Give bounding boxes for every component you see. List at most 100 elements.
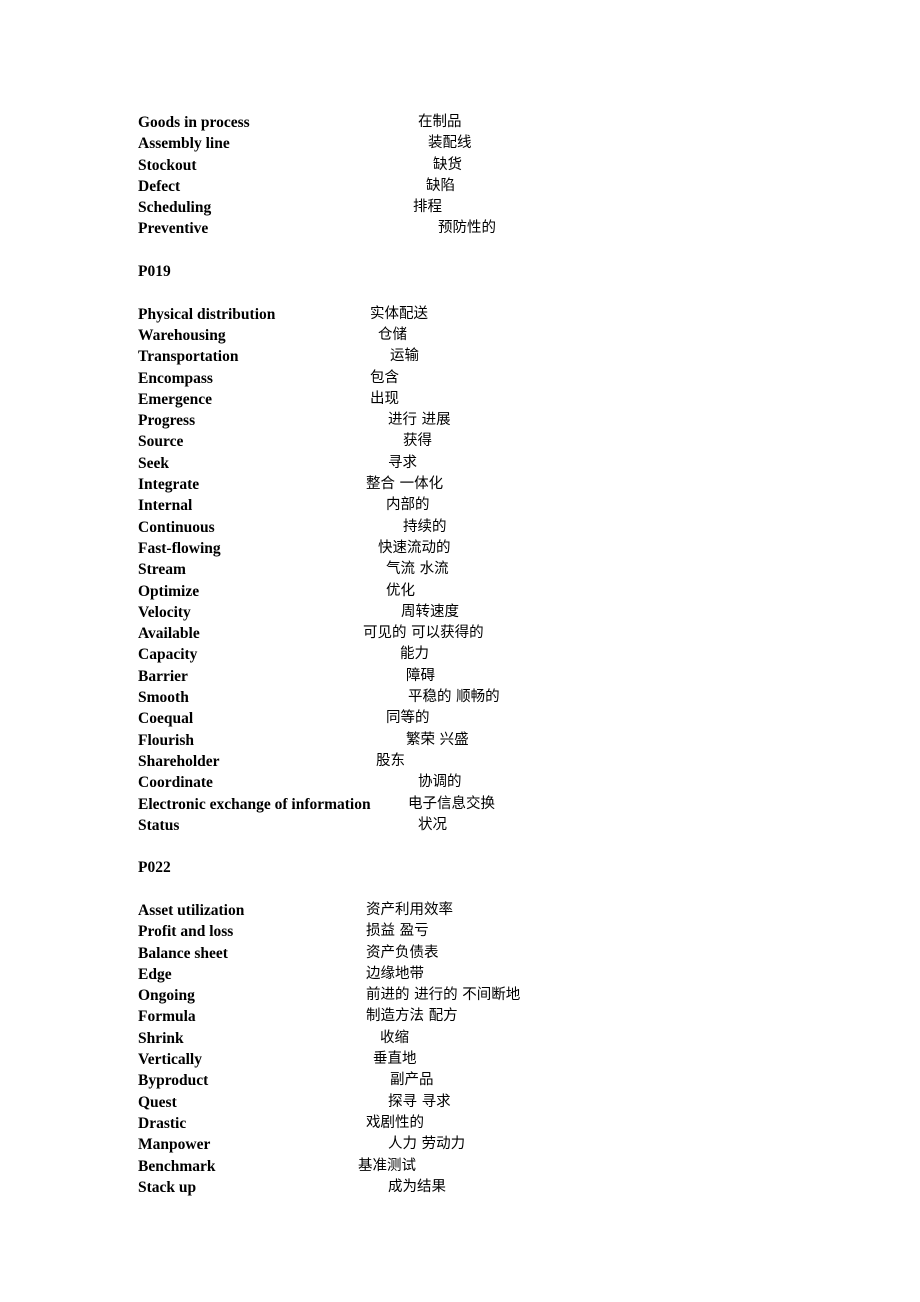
glossary-row: Shrink 收缩	[138, 1028, 838, 1049]
glossary-translation: 协调的	[418, 774, 462, 791]
glossary-row: Scheduling 排程	[138, 197, 838, 218]
glossary-translation: 内部的	[386, 497, 430, 514]
glossary-row: Preventive 预防性的	[138, 218, 838, 239]
glossary-row: Benchmark 基准测试	[138, 1156, 838, 1177]
vertical-spacer	[138, 836, 838, 857]
glossary-term: Capacity	[138, 646, 198, 664]
glossary-term: Optimize	[138, 582, 200, 600]
glossary-term: Transportation	[138, 348, 239, 366]
glossary-content: Goods in process 在制品 Assembly line 装配线 Stock…	[138, 112, 838, 1198]
glossary-term: Balance sheet	[138, 944, 228, 962]
glossary-term: Stream	[138, 561, 186, 579]
glossary-term: Scheduling	[138, 199, 212, 217]
glossary-row: Drastic 戏剧性的	[138, 1113, 838, 1134]
glossary-translation: 戏剧性的	[366, 1114, 424, 1131]
glossary-term: Internal	[138, 497, 193, 515]
glossary-row: Transportation 运输	[138, 346, 838, 367]
glossary-translation: 能力	[400, 646, 429, 663]
glossary-term: Edge	[138, 965, 172, 983]
glossary-term: Electronic exchange of information	[138, 795, 371, 813]
glossary-translation: 同等的	[386, 710, 430, 727]
glossary-row: Manpower 人力 劳动力	[138, 1134, 838, 1155]
glossary-term: Vertically	[138, 1051, 202, 1069]
glossary-translation: 人力 劳动力	[388, 1136, 466, 1153]
glossary-row: Emergence 出现	[138, 389, 838, 410]
glossary-translation: 仓储	[378, 326, 407, 343]
glossary-term: Stockout	[138, 156, 197, 174]
glossary-translation: 包含	[370, 369, 399, 386]
glossary-term: Smooth	[138, 689, 189, 707]
glossary-term: Flourish	[138, 731, 194, 749]
glossary-row: Vertically 垂直地	[138, 1049, 838, 1070]
glossary-translation: 预防性的	[438, 220, 496, 237]
glossary-row: Formula 制造方法 配方	[138, 1006, 838, 1027]
glossary-row: Asset utilization 资产利用效率	[138, 900, 838, 921]
glossary-translation: 运输	[390, 348, 419, 365]
section-heading: P022	[138, 859, 171, 877]
glossary-translation: 收缩	[380, 1029, 409, 1046]
glossary-translation: 副产品	[390, 1072, 434, 1089]
glossary-term: Fast-flowing	[138, 539, 221, 557]
glossary-row: Defect 缺陷	[138, 176, 838, 197]
glossary-term: Shareholder	[138, 752, 220, 770]
glossary-translation: 获得	[403, 433, 432, 450]
glossary-translation: 制造方法 配方	[366, 1008, 458, 1025]
glossary-term: Formula	[138, 1008, 196, 1026]
vertical-spacer	[138, 282, 838, 303]
glossary-row: Goods in process 在制品	[138, 112, 838, 133]
glossary-row: Velocity 周转速度	[138, 602, 838, 623]
glossary-row: Edge 边缘地带	[138, 964, 838, 985]
glossary-row: Encompass 包含	[138, 368, 838, 389]
glossary-term: Source	[138, 433, 184, 451]
glossary-term: Warehousing	[138, 326, 226, 344]
glossary-term: Emergence	[138, 390, 213, 408]
glossary-translation: 持续的	[403, 518, 447, 535]
glossary-translation: 障碍	[406, 667, 435, 684]
glossary-term: Ongoing	[138, 987, 195, 1005]
glossary-translation: 整合 一体化	[366, 476, 444, 493]
glossary-term: Assembly line	[138, 135, 230, 153]
glossary-term: Benchmark	[138, 1157, 216, 1175]
glossary-row: Seek 寻求	[138, 453, 838, 474]
glossary-term: Stack up	[138, 1178, 197, 1196]
glossary-translation: 状况	[418, 816, 447, 833]
glossary-term: Coordinate	[138, 774, 213, 792]
glossary-term: Profit and loss	[138, 923, 234, 941]
glossary-row: Capacity 能力	[138, 644, 838, 665]
glossary-row: Available 可见的 可以获得的	[138, 623, 838, 644]
glossary-row: Profit and loss 损益 盈亏	[138, 921, 838, 942]
glossary-translation: 垂直地	[373, 1051, 417, 1068]
glossary-row: Integrate 整合 一体化	[138, 474, 838, 495]
glossary-row: Continuous 持续的	[138, 517, 838, 538]
glossary-translation: 优化	[386, 582, 415, 599]
glossary-translation: 快速流动的	[378, 539, 451, 556]
glossary-row: Electronic exchange of information 电子信息交换	[138, 794, 838, 815]
glossary-term: Progress	[138, 412, 196, 430]
glossary-row: Stockout 缺货	[138, 155, 838, 176]
vertical-spacer	[138, 879, 838, 900]
glossary-row: Progress 进行 进展	[138, 410, 838, 431]
vertical-spacer	[138, 240, 838, 261]
glossary-term: Drastic	[138, 1114, 187, 1132]
glossary-translation: 可见的 可以获得的	[363, 625, 484, 642]
glossary-row: Physical distribution 实体配送	[138, 304, 838, 325]
glossary-term: Manpower	[138, 1136, 211, 1154]
glossary-translation: 出现	[370, 390, 399, 407]
glossary-translation: 平稳的 顺畅的	[408, 689, 500, 706]
glossary-term: Byproduct	[138, 1072, 209, 1090]
glossary-term: Seek	[138, 454, 169, 472]
glossary-term: Asset utilization	[138, 901, 245, 919]
glossary-term: Status	[138, 816, 180, 834]
glossary-term: Continuous	[138, 518, 215, 536]
glossary-row: Shareholder 股东	[138, 751, 838, 772]
glossary-term: Preventive	[138, 220, 209, 238]
glossary-translation: 寻求	[388, 454, 417, 471]
glossary-translation: 排程	[413, 199, 442, 216]
section-heading: P019	[138, 263, 171, 281]
glossary-row: Stream 气流 水流	[138, 559, 838, 580]
glossary-term: Defect	[138, 177, 181, 195]
glossary-translation: 成为结果	[388, 1178, 446, 1195]
glossary-row: Flourish 繁荣 兴盛	[138, 730, 838, 751]
glossary-term: Velocity	[138, 603, 191, 621]
glossary-translation: 实体配送	[370, 305, 428, 322]
